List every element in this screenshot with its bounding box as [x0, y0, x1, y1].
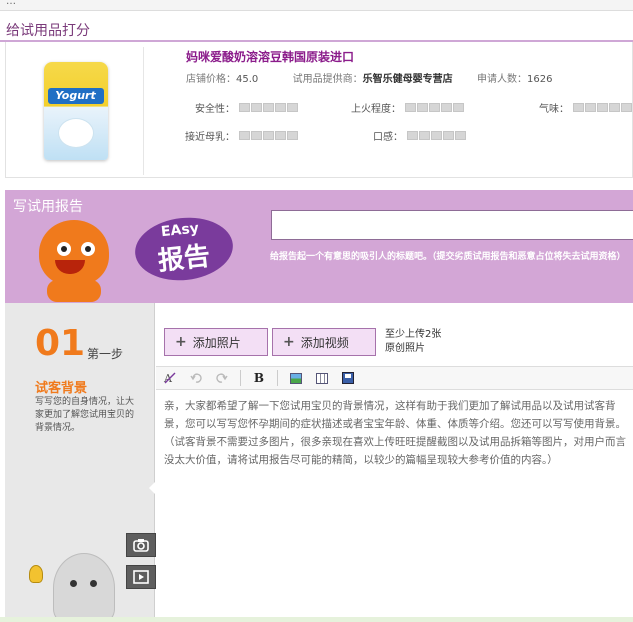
rating-stars-safety[interactable] — [239, 103, 298, 112]
rating-label: 口感： — [373, 132, 403, 143]
svg-text:A: A — [163, 372, 173, 385]
report-section-title: 写试用报告 — [13, 199, 83, 215]
rating-safety: 安全性： — [195, 100, 298, 115]
report-editor: + 添加照片 + 添加视频 至少上传2张 原创照片 A B 亲，大家都希望了解一… — [156, 303, 633, 622]
clear-format-icon[interactable]: A — [162, 370, 178, 386]
package-cup — [57, 118, 94, 148]
breadcrumb: … — [0, 0, 633, 11]
mascot-image — [29, 220, 119, 302]
page: … 给试用品打分 Yogurt 妈咪爱酸奶溶溶豆韩国原装进口 店铺价格：45.0… — [0, 0, 633, 622]
step-description: 写写您的自身情况，让大家更加了解您试用宝贝的背景情况。 — [35, 397, 135, 433]
step-name: 试客背景 — [35, 381, 88, 396]
rating-label: 气味： — [539, 104, 569, 115]
table-icon — [316, 372, 328, 384]
plus-icon: + — [283, 334, 295, 350]
save-button[interactable] — [340, 370, 356, 386]
product-name-link[interactable]: 妈咪爱酸奶溶溶豆韩国原装进口 — [186, 48, 354, 65]
product-info-row: 店铺价格：45.0 试用品提供商：乐智乐健母婴专营店 申请人数：1626 — [186, 70, 552, 85]
logo-report-text: 报告 — [156, 241, 212, 277]
upload-note: 至少上传2张 原创照片 — [385, 328, 441, 356]
product-card: Yogurt 妈咪爱酸奶溶溶豆韩国原装进口 店铺价格：45.0 试用品提供商：乐… — [5, 42, 633, 178]
rating-stars-heat[interactable] — [405, 103, 464, 112]
price-value: 45.0 — [236, 74, 259, 85]
video-button[interactable] — [126, 565, 156, 589]
rating-smell: 气味： — [539, 100, 632, 115]
camera-button[interactable] — [126, 533, 156, 557]
bottom-strip — [0, 617, 633, 622]
upload-note-line2: 原创照片 — [385, 343, 425, 354]
camera-icon — [133, 539, 149, 552]
plus-icon: + — [175, 334, 187, 350]
redo-icon[interactable] — [214, 370, 230, 386]
rating-label: 接近母乳： — [185, 132, 235, 143]
report-body-textarea[interactable]: 亲，大家都希望了解一下您试用宝贝的背景情况，这样有助于我们更加了解试用品以及试用… — [164, 397, 630, 469]
play-icon — [133, 570, 149, 584]
section-title-rating: 给试用品打分 — [6, 23, 90, 39]
package-brand: Yogurt — [47, 88, 104, 104]
bold-button[interactable]: B — [251, 370, 267, 386]
add-photo-label: 添加照片 — [192, 335, 241, 350]
lightbulb-icon — [29, 565, 43, 583]
rating-stars-smell[interactable] — [573, 103, 632, 112]
rating-stars-breastmilk[interactable] — [239, 131, 298, 140]
toolbar-separator — [240, 370, 241, 386]
step-label: 第一步 — [87, 347, 124, 361]
step-panel: 01 第一步 试客背景 写写您的自身情况，让大家更加了解您试用宝贝的背景情况。 — [5, 303, 158, 622]
add-video-button[interactable]: + 添加视频 — [272, 328, 376, 356]
report-banner: 写试用报告 EAsy 报告 给报告起一个有意思的吸引人的标题吧。（提交劣质试用报… — [5, 190, 633, 303]
applicants-count: 1626 — [527, 74, 553, 85]
report-title-input[interactable] — [271, 210, 633, 240]
rating-label: 上火程度： — [351, 104, 401, 115]
rating-stars-taste[interactable] — [407, 131, 466, 140]
product-package: Yogurt — [43, 62, 108, 160]
applicants-label: 申请人数： — [477, 74, 528, 85]
editor-toolbar: A B — [156, 366, 633, 390]
undo-icon[interactable] — [188, 370, 204, 386]
price-label: 店铺价格： — [186, 74, 236, 85]
easy-report-logo: EAsy 报告 — [132, 213, 236, 285]
supplier-label: 试用品提供商： — [292, 74, 363, 85]
supplier-link[interactable]: 乐智乐健母婴专营店 — [363, 70, 453, 85]
upload-note-line1: 至少上传2张 — [385, 329, 442, 340]
product-image[interactable]: Yogurt — [8, 47, 144, 175]
rating-taste: 口感： — [373, 128, 466, 143]
insert-table-button[interactable] — [314, 370, 330, 386]
add-video-label: 添加视频 — [300, 335, 349, 350]
step-number: 01 — [35, 323, 86, 364]
add-photo-button[interactable]: + 添加照片 — [164, 328, 268, 356]
save-icon — [342, 372, 354, 384]
toolbar-separator — [277, 370, 278, 386]
image-icon — [290, 372, 302, 384]
rating-heat: 上火程度： — [351, 100, 464, 115]
idea-mascot-image — [53, 553, 115, 622]
title-hint: 给报告起一个有意思的吸引人的标题吧。（提交劣质试用报告和恶意占位将失去试用资格） — [270, 252, 626, 262]
insert-image-button[interactable] — [288, 370, 304, 386]
rating-breastmilk: 接近母乳： — [185, 128, 298, 143]
rating-label: 安全性： — [195, 104, 235, 115]
